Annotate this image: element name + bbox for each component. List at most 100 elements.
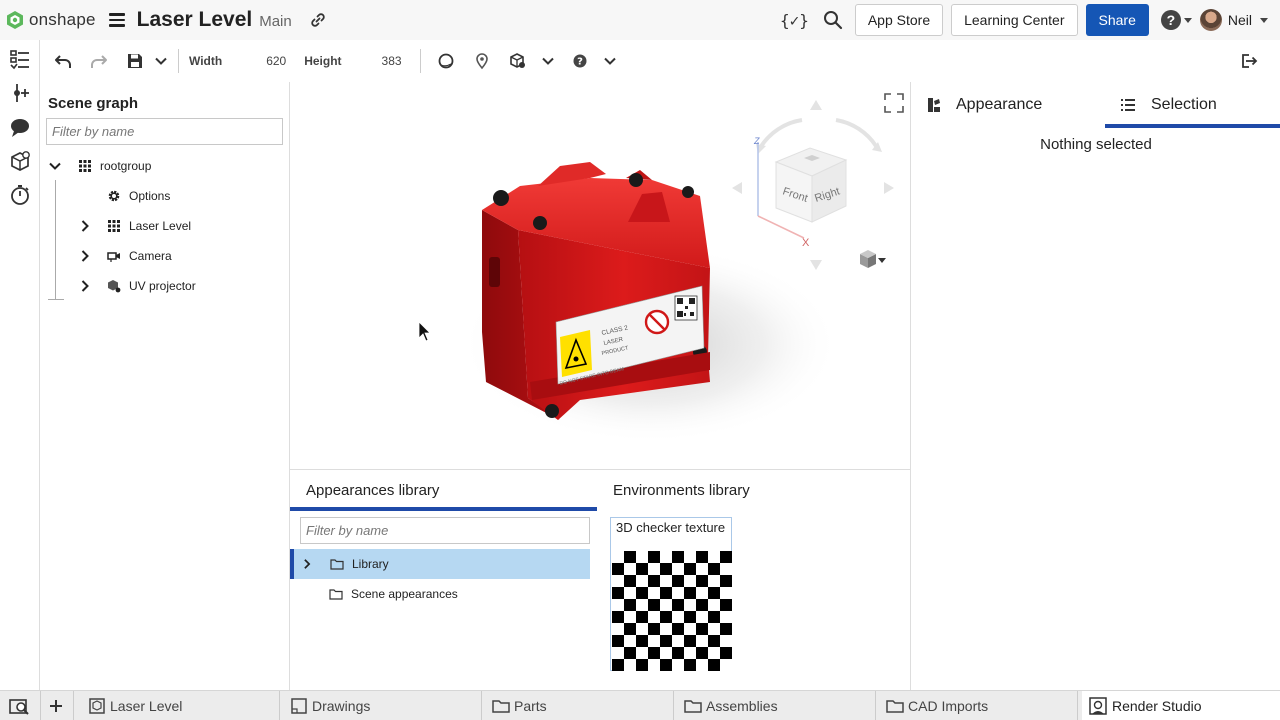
tab-label: Drawings: [312, 697, 371, 714]
comments-icon[interactable]: [9, 116, 31, 138]
tab-appearance[interactable]: Appearance: [927, 82, 1042, 127]
laser-level-model[interactable]: CLASS 2 LASER PRODUCT DO NOT STARE INTO …: [482, 162, 710, 420]
list-icon: [1121, 98, 1135, 111]
share-button[interactable]: Share: [1085, 4, 1149, 36]
toolbar-separator: [178, 49, 179, 73]
view-cube[interactable]: Front Right Z X: [732, 100, 894, 270]
bolt-hole: [682, 186, 694, 198]
toolbar-separator: [419, 49, 421, 73]
tab-drawings[interactable]: Drawings: [290, 691, 482, 720]
tab-render-studio[interactable]: Render Studio: [1082, 691, 1280, 720]
width-label: Width: [189, 54, 223, 68]
tree-item-options[interactable]: Options: [107, 184, 170, 208]
tab-label: Parts: [514, 697, 547, 714]
view-cube-right-arrow[interactable]: [884, 182, 894, 194]
undo-icon[interactable]: [54, 52, 72, 70]
view-options-dropdown[interactable]: [860, 250, 886, 268]
user-caret-icon[interactable]: [1260, 17, 1268, 23]
tree-item-laser-level[interactable]: Laser Level: [78, 214, 191, 238]
add-tab-plus-icon[interactable]: [48, 698, 64, 714]
width-input[interactable]: 620: [226, 54, 286, 68]
view-cube-rotate-cw-arc[interactable]: [835, 118, 878, 148]
bolt-hole: [533, 216, 547, 230]
view-options-caret-icon[interactable]: [878, 258, 886, 263]
user-name[interactable]: Neil: [1228, 12, 1252, 28]
view-cube-down-arrow[interactable]: [810, 260, 822, 270]
help-caret-icon[interactable]: [1183, 17, 1192, 23]
tab-appearance-label: Appearance: [956, 95, 1043, 113]
feature-list-icon[interactable]: [9, 48, 31, 70]
tab-selection[interactable]: Selection: [1121, 82, 1217, 127]
properties-panel: Appearance Selection Nothing selected: [910, 82, 1280, 690]
camera-chevron-down-icon[interactable]: [541, 54, 555, 68]
variable-studio-icon[interactable]: {✓}: [780, 11, 809, 30]
tab-appearances-library[interactable]: Appearances library: [306, 482, 439, 499]
bolt-hole: [629, 173, 643, 187]
help-circle-icon[interactable]: ?: [571, 52, 589, 70]
camera-cube-icon[interactable]: [509, 52, 527, 70]
bolt-hole: [545, 404, 559, 418]
projector-icon: [108, 280, 121, 293]
chevron-down-icon[interactable]: [48, 159, 62, 173]
light-pin-icon[interactable]: [473, 52, 491, 70]
tab-label: CAD Imports: [908, 697, 989, 714]
app-store-button[interactable]: App Store: [854, 4, 944, 36]
folder-icon: [886, 699, 904, 713]
tree-item-uv-projector[interactable]: UV projector: [78, 274, 196, 298]
tab-cad-imports[interactable]: CAD Imports: [886, 691, 1078, 720]
appearances-filter-input[interactable]: [300, 517, 590, 544]
onshape-logo[interactable]: onshape: [6, 10, 96, 30]
parts-cube-icon[interactable]: [9, 150, 31, 172]
chevron-right-icon[interactable]: [78, 219, 92, 233]
3d-viewport[interactable]: CLASS 2 LASER PRODUCT DO NOT STARE INTO …: [290, 82, 910, 470]
library-row-label: Scene appearances: [351, 587, 458, 601]
tab-divider: [40, 691, 41, 720]
stopwatch-icon[interactable]: [9, 184, 31, 206]
save-options-chevron-down-icon[interactable]: [154, 54, 168, 68]
chevron-right-icon[interactable]: [78, 249, 92, 263]
redo-icon[interactable]: [90, 52, 108, 70]
tab-parts[interactable]: Parts: [492, 691, 674, 720]
library-row-library[interactable]: Library: [290, 549, 590, 579]
drawing-icon: [291, 697, 307, 714]
grid-icon: [108, 220, 120, 232]
tab-label: Render Studio: [1112, 697, 1202, 714]
view-cube-left-arrow[interactable]: [732, 182, 742, 194]
tab-assemblies[interactable]: Assemblies: [684, 691, 876, 720]
checker-texture-thumbnail: [612, 551, 732, 671]
tree-guide-line: [55, 180, 56, 300]
link-icon[interactable]: [310, 12, 326, 28]
height-input[interactable]: 383: [342, 54, 402, 68]
chevron-right-icon[interactable]: [301, 558, 313, 570]
save-icon[interactable]: [126, 52, 144, 70]
branch-name[interactable]: Main: [259, 13, 292, 30]
tab-manager-icon[interactable]: [8, 696, 30, 716]
tab-laser-level[interactable]: Laser Level: [88, 691, 280, 720]
folder-icon: [492, 699, 510, 713]
chevron-right-icon[interactable]: [78, 279, 92, 293]
help-chevron-down-icon[interactable]: [603, 54, 617, 68]
view-cube-up-arrow[interactable]: [810, 100, 822, 110]
library-row-scene-appearances[interactable]: Scene appearances: [290, 579, 590, 609]
grid-icon: [79, 160, 91, 172]
appearance-icon: [928, 97, 940, 112]
environment-tile-checker[interactable]: 3D checker texture: [610, 517, 732, 671]
view-cube-rotate-ccw-arc[interactable]: [758, 118, 803, 150]
search-icon[interactable]: [823, 10, 843, 30]
gear-icon: [108, 190, 120, 202]
exit-render-studio-icon[interactable]: [1240, 52, 1258, 70]
document-title[interactable]: Laser Level: [137, 8, 253, 32]
fullscreen-icon[interactable]: [884, 93, 904, 113]
tab-environments-library[interactable]: Environments library: [613, 482, 750, 499]
scene-graph-filter-input[interactable]: [46, 118, 283, 145]
rendered-scene[interactable]: CLASS 2 LASER PRODUCT DO NOT STARE INTO …: [290, 82, 910, 470]
avatar[interactable]: [1199, 9, 1222, 31]
library-row-label: Library: [352, 557, 389, 571]
menu-icon[interactable]: [108, 13, 125, 27]
tree-item-rootgroup[interactable]: rootgroup: [48, 154, 151, 178]
tree-item-camera[interactable]: Camera: [78, 244, 172, 268]
help-icon[interactable]: ?: [1160, 10, 1181, 30]
learning-center-button[interactable]: Learning Center: [951, 4, 1078, 36]
insert-icon[interactable]: [9, 82, 31, 104]
render-sphere-icon[interactable]: [437, 52, 455, 70]
